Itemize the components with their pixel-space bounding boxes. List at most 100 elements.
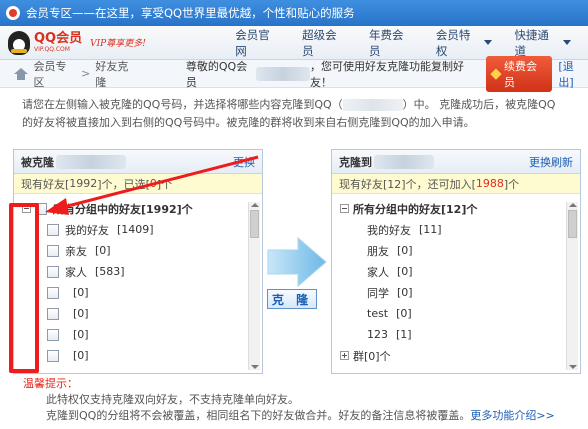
group-count: [0] [396,307,412,320]
group-name: 家人 [65,265,87,279]
group-count: [0] [73,286,89,299]
more-features-link[interactable]: 更多功能介绍>> [470,409,554,422]
logout-link[interactable]: [退出] [558,58,588,90]
group-count: [0] [73,328,89,341]
group-count: [1409] [117,223,154,236]
scroll-up-icon[interactable] [569,203,577,207]
site-logo[interactable]: QQ会员 VIP.QQ.COM VIP尊享更多! [8,30,224,55]
target-remaining-count: 1988 [475,177,504,190]
tip-line-2-text: 克隆到QQ的分组将不会被覆盖，相同组名下的好友做合并。好友的备注信息将被覆盖。 [46,409,471,422]
penguin-icon [8,30,30,55]
list-item: [0] [22,303,262,324]
source-selected-label: ]个，已选[ [97,177,150,191]
group-count: [0] [397,244,413,257]
group-count: [0] [397,265,413,278]
instructions-line2: 的好友将被直接加入到右侧的QQ号码中。被克隆的群将收到来自右侧克隆到QQ的加入申… [22,116,475,129]
group-checkbox[interactable] [47,244,59,257]
highlight-box [9,203,39,373]
tree-root-label: 所有分组中的好友[12]个 [353,202,478,216]
group-checkbox[interactable] [47,328,59,341]
nav-item-vip-site[interactable]: 会员官网 [224,27,291,59]
instructions-line1-a: 请您在左侧输入被克隆的QQ号码，并选择将哪些内容克隆到QQ（ [22,98,343,111]
tip-line-2: 克隆到QQ的分组将不会被覆盖，相同组名下的好友做合并。好友的备注信息将被覆盖。更… [23,408,578,424]
redacted-target-qq [342,99,403,111]
redacted-source-qq [56,154,126,169]
scroll-thumb[interactable] [250,210,259,238]
list-item: 我的好友 [11] [340,219,580,240]
scroll-down-icon[interactable] [569,365,577,369]
nav-item-super-vip[interactable]: 超级会员 [291,27,358,59]
source-group-tree: 所有分组中的好友[1992]个 我的好友 [1409] 亲友 [0] 家人 [583]… [14,194,262,374]
group-checkbox[interactable] [47,286,59,299]
tip-line-1: 此特权仅支持克隆双向好友，不支持克隆单向好友。 [46,393,299,406]
tree-root: 所有分组中的好友[12]个 [340,198,580,219]
redacted-target-qq-header [374,154,434,169]
list-item: test [0] [340,303,580,324]
list-item: 家人 [0] [340,261,580,282]
list-item: 家人 [583] [22,261,262,282]
nav-item-shortcuts[interactable]: 快捷通道 [503,27,582,59]
clone-button[interactable]: 克 隆 [267,289,317,309]
greeting: 尊敬的QQ会员 ，您可使用好友克隆功能复制好友！ [186,58,480,90]
breadcrumb-current: 好友克隆 [95,59,129,89]
scroll-thumb[interactable] [568,210,577,238]
target-count-bar: 现有好友[12]个，还可加入[1988]个 [332,174,580,194]
target-panel-header: 克隆到 更换刷新 [332,150,580,174]
logo-brand: QQ会员 [34,31,83,46]
group-count: [11] [419,223,442,236]
nav-item-shortcuts-label: 快捷通道 [514,27,549,58]
group-name: 亲友 [65,244,87,258]
nav-item-privileges-label: 会员特权 [435,27,471,58]
group-name: 家人 [367,265,389,279]
tree-root: 所有分组中的好友[1992]个 [22,198,262,219]
breadcrumb-bar: 会员专区 > 好友克隆 尊敬的QQ会员 ，您可使用好友克隆功能复制好友！ 续费会… [0,55,588,92]
group-checkbox[interactable] [47,223,59,236]
target-count-suffix: ]个 [503,177,520,191]
diamond-icon [490,67,502,80]
source-count-suffix: ]个 [156,177,173,191]
nav-item-privileges[interactable]: 会员特权 [425,27,504,59]
source-selected-count: 0 [149,177,157,190]
tips-section: 温馨提示： 此特权仅支持克隆双向好友，不支持克隆单向好友。 克隆到QQ的分组将不… [23,376,578,424]
renew-vip-button[interactable]: 续费会员 [486,55,553,92]
list-item: [0] [22,324,262,345]
tips-title: 温馨提示： [23,377,78,390]
group-count: [0] [95,244,111,257]
expand-icon[interactable] [340,351,349,360]
list-item: 朋友 [0] [340,240,580,261]
source-count-bar: 现有好友[1992]个，已选[0]个 [14,174,262,194]
collapse-icon[interactable] [340,204,349,213]
home-icon[interactable] [14,67,28,80]
group-name: 朋友 [367,244,389,258]
scroll-down-icon[interactable] [251,365,259,369]
target-scrollbar[interactable] [566,202,578,370]
source-panel: 被克隆 更换 现有好友[1992]个，已选[0]个 所有分组中的好友[1992]… [13,149,263,374]
group-checkbox[interactable] [47,265,59,278]
target-change-refresh-link[interactable]: 更换刷新 [529,154,573,170]
source-panel-title: 被克隆 [21,155,54,169]
logo-domain: VIP.QQ.COM [34,46,70,53]
group-checkbox[interactable] [47,307,59,320]
list-item: 亲友 [0] [22,240,262,261]
renew-vip-label: 续费会员 [503,59,537,89]
groups-root-label: 群[0]个 [353,349,391,363]
source-scrollbar[interactable] [248,202,260,370]
target-panel-title: 克隆到 [339,155,372,169]
list-item: 123 [1] [340,324,580,345]
greeting-suffix: ，您可使用好友克隆功能复制好友！ [310,59,465,89]
list-item: [0] [22,345,262,366]
chevron-down-icon [484,40,493,45]
group-name: 同学 [367,286,389,300]
group-name: 我的好友 [367,223,411,237]
tree-root-groups: 群[0]个 [340,345,580,366]
source-change-link[interactable]: 更换 [233,154,255,170]
breadcrumb-home[interactable]: 会员专区 [34,58,77,90]
nav-item-annual-vip[interactable]: 年费会员 [358,27,425,59]
group-checkbox[interactable] [47,349,59,362]
group-count: [0] [397,286,413,299]
group-count: [0] [73,307,89,320]
group-count: [583] [95,265,125,278]
scroll-up-icon[interactable] [251,203,259,207]
list-item: 同学 [0] [340,282,580,303]
window-title: 会员专区——在这里，享受QQ世界里最优越，个性和贴心的服务 [26,6,355,20]
